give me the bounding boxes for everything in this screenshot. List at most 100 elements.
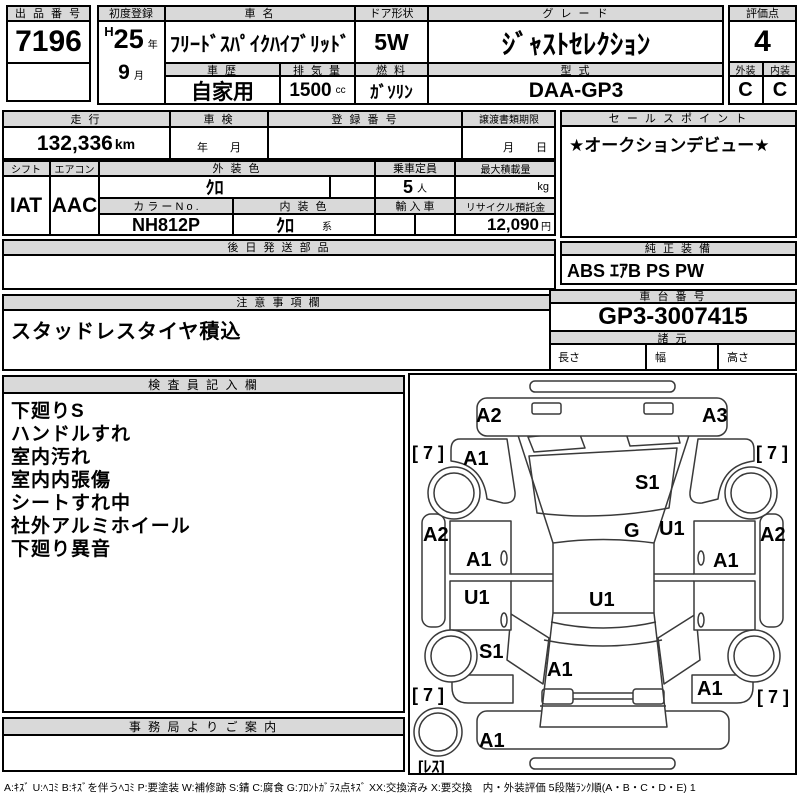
shift-header: シフト — [2, 160, 50, 176]
equipment-value: ABS ｴｱB PS PW — [560, 255, 797, 285]
car-damage-diagram: A2 A3 [ 7 ] [ 7 ] A1 S1 A2 A2 G U1 A1 A1… — [408, 373, 797, 775]
grade-value: ｼﾞｬｽﾄｾﾚｸｼｮﾝ — [428, 21, 724, 63]
reg-no-value — [268, 127, 462, 160]
damage-label: A2 — [423, 524, 449, 546]
import-value-left — [375, 214, 415, 236]
tire-depth-label: [ 7 ] — [412, 443, 444, 463]
transfer-header: 譲渡書類期限 — [462, 110, 556, 127]
damage-label: A3 — [702, 405, 728, 427]
color-no-value: NH812P — [99, 214, 233, 236]
displacement-header: 排 気 量 — [280, 63, 355, 76]
mileage-header: 走 行 — [2, 110, 170, 127]
ext-color-empty-cell — [330, 176, 375, 198]
capacity-value: 5人 — [375, 176, 455, 198]
model-code-value: DAA-GP3 — [428, 76, 724, 105]
inspector-note-item: 下廻りS — [11, 400, 85, 423]
damage-label: A1 — [479, 730, 505, 752]
transfer-value: 月 日 — [462, 127, 556, 160]
int-color-value: ｸﾛ 系 — [233, 214, 375, 236]
max-load-header: 最大積載量 — [455, 160, 556, 176]
wheel-front-left — [428, 467, 480, 519]
spare-tire-label: [ﾚｽ] — [418, 759, 445, 773]
sales-point-value: ★オークションデビュー★ — [560, 126, 797, 238]
damage-label: U1 — [464, 587, 490, 609]
spec-height-label: 高さ — [727, 349, 749, 365]
mileage-unit: km — [115, 136, 135, 152]
first-reg-month-unit: 月 — [134, 71, 144, 82]
damage-label: U1 — [659, 518, 685, 540]
door-belt-lines — [511, 574, 694, 581]
tire-depth-label: [ 7 ] — [757, 687, 789, 707]
auction-no-empty-cell — [6, 63, 91, 102]
aircon-header: エアコン — [50, 160, 99, 176]
caution-value: スタッドレスタイヤ積込 — [2, 310, 556, 371]
office-value — [2, 735, 405, 772]
damage-label: S1 — [635, 472, 659, 494]
spec-height-cell: 高さ — [718, 344, 797, 371]
tire-depth-label: [ 7 ] — [412, 685, 444, 705]
damage-label: A1 — [697, 678, 723, 700]
first-reg-year-unit: 年 — [148, 40, 158, 51]
score-value: 4 — [728, 21, 797, 62]
auction-no-value: 7196 — [6, 21, 91, 63]
inspector-note-item: シートすれ中 — [11, 492, 131, 515]
first-reg-era: H — [104, 24, 113, 39]
recycle-header: リサイクル預託金 — [455, 198, 556, 214]
recycle-unit: 円 — [541, 218, 551, 233]
capacity-unit: 人 — [417, 180, 427, 195]
damage-label: S1 — [479, 641, 503, 663]
damage-label: U1 — [589, 589, 615, 611]
int-color-header: 内 装 色 — [233, 198, 375, 214]
import-value-right — [415, 214, 455, 236]
inspector-note-item: ハンドルすれ — [11, 423, 131, 446]
damage-label: A2 — [760, 524, 786, 546]
inspector-header: 検 査 員 記 入 欄 — [2, 375, 405, 393]
tire-depth-label: [ 7 ] — [756, 443, 788, 463]
spare-tire — [414, 708, 462, 756]
inspector-note-item: 室内汚れ — [11, 446, 91, 469]
caution-header: 注 意 事 項 欄 — [2, 294, 556, 310]
damage-label: A1 — [463, 448, 489, 470]
damage-label: A1 — [547, 659, 573, 681]
spec-width-label: 幅 — [655, 349, 666, 365]
shaken-value: 年 月 — [170, 127, 268, 160]
spec-length-label: 長さ — [558, 349, 580, 365]
model-code-header: 型 式 — [428, 63, 724, 76]
mileage-value: 132,336km — [2, 127, 170, 160]
history-header: 車 歴 — [165, 63, 280, 76]
front-top-strip — [530, 381, 675, 392]
car-name-value: ﾌﾘｰﾄﾞｽﾊﾟｲｸﾊｲﾌﾞﾘｯﾄﾞ — [165, 21, 355, 63]
int-color-name: ｸﾛ — [276, 214, 294, 236]
fuel-header: 燃 料 — [355, 63, 428, 76]
damage-label: G — [624, 520, 640, 542]
displacement-unit: cc — [336, 85, 346, 96]
aircon-value: AAC — [50, 176, 99, 236]
inspector-note-item: 社外アルミホイール — [11, 515, 191, 538]
front-bumper — [477, 398, 727, 436]
chassis-value: GP3-3007415 — [549, 303, 797, 331]
first-reg-month: 9 — [118, 61, 130, 84]
recycle-amount: 12,090 — [487, 215, 539, 235]
reg-no-header: 登 録 番 号 — [268, 110, 462, 127]
door-value: 5W — [355, 21, 428, 63]
inspector-notes: 下廻りS ハンドルすれ 室内汚れ 室内内張傷 シートすれ中 社外アルミホイール … — [2, 393, 405, 713]
grade-header: グ レ ー ド — [428, 5, 724, 21]
car-diagram-svg: A2 A3 [ 7 ] [ 7 ] A1 S1 A2 A2 G U1 A1 A1… — [410, 375, 795, 773]
first-reg-cell: H25 年 9月 — [97, 21, 165, 105]
auction-sheet: 出 品 番 号 7196 初度登録 H25年 9月 車 名 ﾌﾘｰﾄﾞｽﾊﾟｲｸ… — [0, 0, 800, 800]
history-value: 自家用 — [165, 76, 280, 105]
spec-length-cell: 長さ — [549, 344, 646, 371]
max-load-unit: kg — [537, 181, 549, 193]
inspector-note-item: 室内内張傷 — [11, 469, 111, 492]
shaken-header: 車 検 — [170, 110, 268, 127]
first-reg-header: 初度登録 — [97, 5, 165, 21]
displacement-value: 1500cc — [280, 76, 355, 105]
auction-no-header: 出 品 番 号 — [6, 5, 91, 21]
first-reg-year: 25 — [114, 24, 144, 54]
damage-code-legend: A:ｷｽﾞ U:ﾍｺﾐ B:ｷｽﾞを伴うﾍｺﾐ P:要塗装 W:補修跡 S:錆 … — [4, 780, 798, 795]
damage-label: A1 — [713, 550, 739, 572]
capacity-header: 乗車定員 — [375, 160, 455, 176]
int-color-suffix: 系 — [322, 218, 332, 233]
later-parts-value — [2, 255, 556, 290]
shift-value: IAT — [2, 176, 50, 236]
